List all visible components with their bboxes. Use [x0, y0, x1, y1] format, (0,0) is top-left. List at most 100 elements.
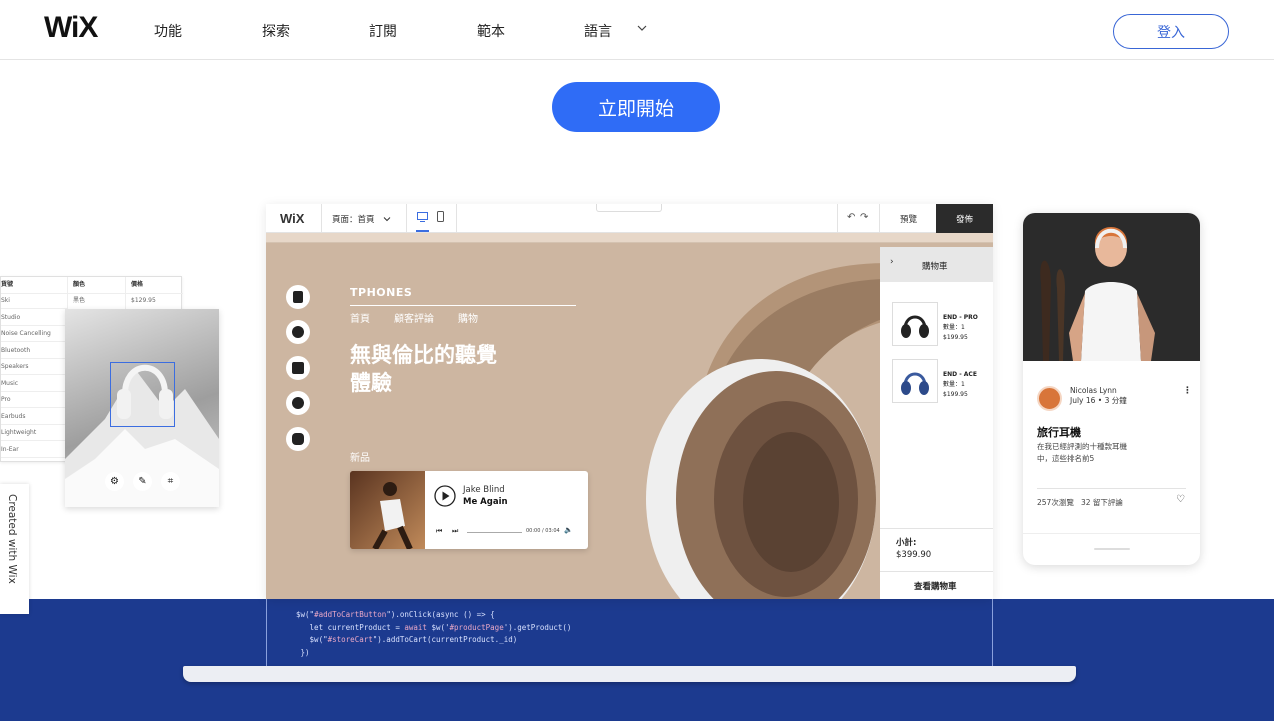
cart-close-chevron-icon[interactable]: › — [890, 257, 894, 267]
author-name: Nicolas Lynn — [1070, 386, 1117, 395]
nav-item-templates[interactable]: 範本 — [477, 21, 505, 41]
avatar[interactable] — [1037, 386, 1062, 411]
publish-button[interactable]: 發佈 — [936, 204, 993, 233]
site-menu-home[interactable]: 首頁 — [350, 310, 370, 325]
subtotal-value: $399.90 — [896, 550, 932, 560]
table-header: 顏色 — [73, 281, 86, 288]
nav-item-features[interactable]: 功能 — [154, 21, 182, 41]
code-token: let currentProduct = — [296, 622, 405, 632]
nav-item-plans[interactable]: 訂閱 — [369, 21, 397, 41]
cart-item-details: END - PRO 數量：1 $199.95 — [943, 313, 978, 343]
table-cell: Pro — [1, 392, 67, 408]
table-header: 價格 — [131, 281, 144, 288]
app-market-icon[interactable] — [286, 356, 310, 380]
previous-track-icon[interactable]: ⏮ — [436, 527, 442, 536]
post-title[interactable]: 旅行耳機 — [1037, 424, 1081, 440]
page: WiX 功能 探索 訂閱 範本 語言 登入 立即開始 $w("#addToCar… — [0, 0, 1274, 721]
table-cell: Speakers — [1, 359, 67, 375]
code-token: #storeCart — [327, 635, 373, 644]
cart-panel: › 購物車 END - PRO 數量：1 $199.95 END - ACE 數量：1… — [880, 247, 993, 599]
chevron-down-icon[interactable] — [383, 215, 391, 223]
crop-icon[interactable]: ⌗ — [161, 472, 180, 491]
headline-line: 無與倫比的聽覺 — [350, 343, 497, 367]
table-cell: Noise Cancelling — [1, 326, 67, 342]
view-cart-button[interactable]: 查看購物車 — [914, 580, 957, 592]
nav-item-language[interactable]: 語言 — [584, 21, 612, 41]
site-menu-reviews[interactable]: 顧客評論 — [394, 310, 434, 325]
redo-icon[interactable]: ↷ — [860, 212, 868, 223]
next-track-icon[interactable]: ⏭ — [452, 527, 458, 536]
table-cell: Ski — [1, 293, 67, 309]
database-icon[interactable] — [286, 427, 310, 451]
top-nav: WiX 功能 探索 訂閱 範本 語言 登入 — [0, 0, 1274, 60]
add-element-icon[interactable] — [286, 320, 310, 344]
settings-gear-icon[interactable]: ⚙ — [105, 472, 124, 491]
excerpt-line: 中，這些排名前5 — [1037, 454, 1095, 463]
code-token: ").onClick(async () => { — [386, 610, 495, 619]
code-token: ").addToCart(currentProduct._id) — [372, 635, 518, 644]
code-token: #addToCartButton — [314, 610, 387, 619]
cart-item-qty: 數量：1 — [943, 324, 965, 331]
table-cell: Earbuds — [1, 409, 67, 425]
preview-button[interactable]: 預覽 — [900, 213, 917, 225]
upload-icon[interactable] — [286, 391, 310, 415]
music-player: Jake Blind Me Again ⏮ ⏭ 00:00 / 03:04 🔈 — [350, 471, 588, 549]
collapse-tab[interactable] — [596, 204, 662, 212]
table-cell: Music — [1, 376, 67, 392]
cart-subtotal: 小計: $399.90 — [896, 537, 931, 561]
volume-icon[interactable]: 🔈 — [564, 526, 573, 534]
play-icon[interactable] — [434, 485, 456, 507]
laptop-base — [183, 666, 1076, 682]
login-button[interactable]: 登入 — [1113, 14, 1229, 49]
badge-label: Created with Wix — [6, 494, 18, 584]
post-meta: July 16 • 3 分鐘 — [1070, 396, 1127, 405]
mobile-view-icon[interactable] — [437, 211, 444, 222]
undo-icon[interactable]: ↶ — [847, 212, 855, 223]
cart-item-details: END - ACE 數量：1 $199.95 — [943, 370, 977, 400]
chevron-down-icon[interactable] — [636, 22, 648, 34]
created-with-wix-badge[interactable]: Created with Wix — [0, 484, 29, 614]
selection-box[interactable] — [110, 362, 175, 427]
page-select[interactable]: 頁面：首頁 — [332, 213, 375, 225]
progress-bar[interactable] — [467, 532, 522, 533]
more-options-icon[interactable]: ⋮ — [1183, 386, 1192, 396]
code-token: }) — [296, 647, 310, 657]
code-token: $w(" — [296, 635, 328, 644]
post-excerpt: 在我已經評測的十種款耳機 中，這些排名前5 — [1037, 441, 1127, 465]
desktop-view-icon[interactable] — [417, 212, 428, 222]
site-brand: TPHONES — [350, 286, 413, 299]
table-header: 貨號 — [1, 281, 14, 288]
mobile-preview: Nicolas Lynn July 16 • 3 分鐘 ⋮ 旅行耳機 在我已經評測… — [1023, 213, 1200, 565]
runner-photo — [350, 471, 425, 549]
table-cell: Lightweight — [1, 425, 67, 441]
excerpt-line: 在我已經評測的十種款耳機 — [1037, 442, 1127, 451]
cart-item-price: $199.95 — [943, 391, 968, 398]
pages-icon[interactable] — [286, 285, 310, 309]
pen-icon[interactable]: ✎ — [133, 472, 152, 491]
cart-item-qty: 數量：1 — [943, 381, 965, 388]
table-cell: Studio — [1, 310, 67, 326]
home-indicator — [1094, 548, 1130, 550]
code-snippet: $w("#addToCartButton").onClick(async () … — [296, 609, 571, 659]
editor-logo[interactable]: WiX — [280, 211, 304, 226]
player-track: Me Again — [463, 497, 508, 507]
site-menu-shop[interactable]: 購物 — [458, 310, 478, 325]
cart-item-image — [892, 302, 938, 346]
author-info: Nicolas Lynn July 16 • 3 分鐘 — [1070, 386, 1127, 406]
get-started-button[interactable]: 立即開始 — [552, 82, 720, 132]
site-headline: 無與倫比的聽覺 體驗 — [350, 341, 497, 397]
heart-icon[interactable]: ♡ — [1176, 494, 1185, 505]
cart-item-name: END - PRO — [943, 314, 978, 321]
new-label: 新品 — [350, 453, 370, 464]
table-cell: Bluetooth — [1, 343, 67, 359]
cart-item-price: $199.95 — [943, 334, 968, 341]
code-token: await — [404, 622, 427, 632]
headline-line: 體驗 — [350, 371, 392, 395]
table-cell: $129.95 — [131, 297, 156, 304]
editor-top-bar: WiX 頁面：首頁 ↶ ↷ 預覽 發佈 — [266, 204, 993, 233]
wix-logo[interactable]: WiX — [44, 11, 98, 45]
nav-item-explore[interactable]: 探索 — [262, 21, 290, 41]
cart-item-name: END - ACE — [943, 371, 977, 378]
code-token: $w(" — [296, 610, 315, 619]
table-cell: In-Ear — [1, 442, 67, 458]
